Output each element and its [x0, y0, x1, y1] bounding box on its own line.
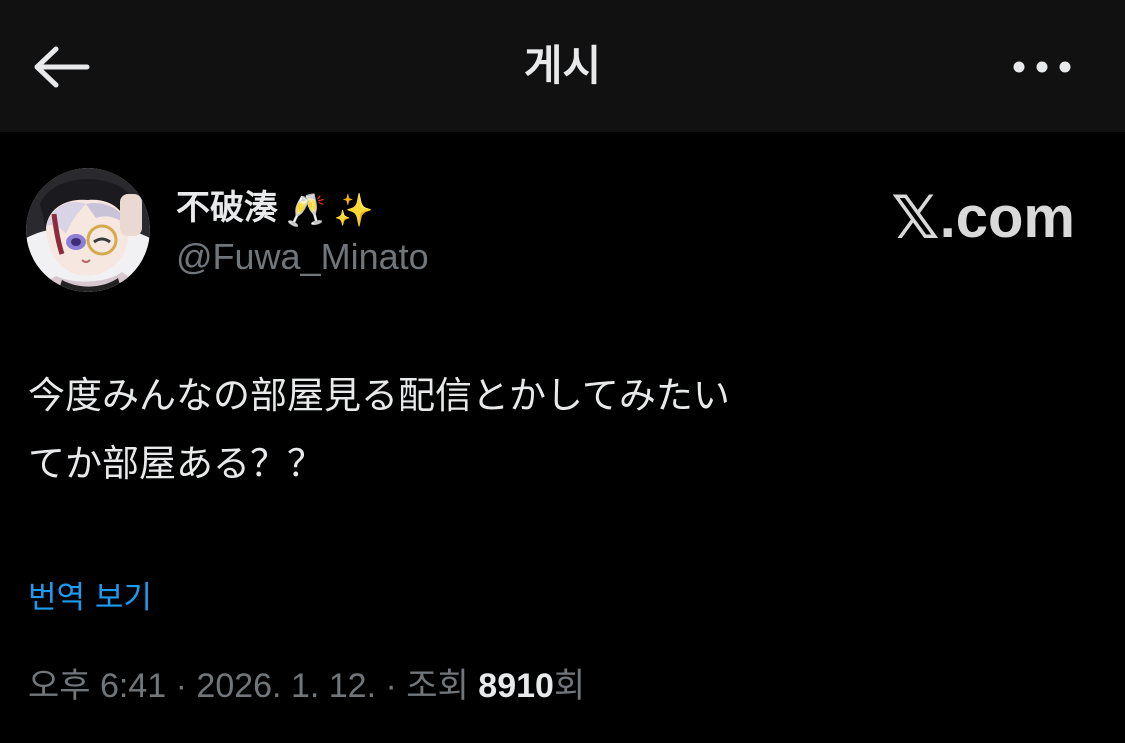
meta-separator: · — [175, 667, 187, 705]
views-count[interactable]: 8910 — [478, 667, 554, 705]
post-text-line: てか部屋ある？？ — [28, 442, 324, 485]
views-label: 조회 — [406, 667, 469, 705]
author-handle[interactable]: @Fuwa_Minato — [176, 230, 429, 284]
post-date[interactable]: 2026. 1. 12. — [196, 667, 376, 705]
post-text: 今度みんなの部屋見る配信とかしてみたい てか部屋ある？？ — [28, 362, 1088, 498]
author-name-text: 不破湊 — [176, 188, 278, 228]
champagne-glasses-icon: 🥂 — [286, 190, 326, 229]
avatar[interactable] — [26, 168, 150, 292]
translate-post-link[interactable]: 번역 보기 — [28, 574, 152, 622]
post-time[interactable]: 오후 6:41 — [28, 667, 166, 705]
x-com-watermark: 𝕏 .com — [891, 182, 1075, 254]
x-logo-icon: 𝕏 — [891, 183, 940, 253]
top-navigation-bar: 게시 — [0, 0, 1125, 132]
more-options-button[interactable] — [1004, 40, 1080, 94]
meta-separator: · — [385, 667, 397, 705]
post-text-line: 今度みんなの部屋見る配信とかしてみたい — [28, 374, 730, 417]
more-horizontal-icon — [1013, 61, 1071, 73]
post-metadata: 오후 6:41 · 2026. 1. 12. · 조회 8910회 — [28, 660, 585, 712]
sparkles-icon: ✨ — [333, 190, 374, 229]
views-suffix: 회 — [553, 667, 586, 705]
page-title: 게시 — [523, 41, 602, 90]
author-display-name[interactable]: 不破湊 🥂 ✨ — [176, 182, 374, 236]
avatar-image — [26, 168, 150, 292]
watermark-domain: .com — [939, 185, 1075, 250]
